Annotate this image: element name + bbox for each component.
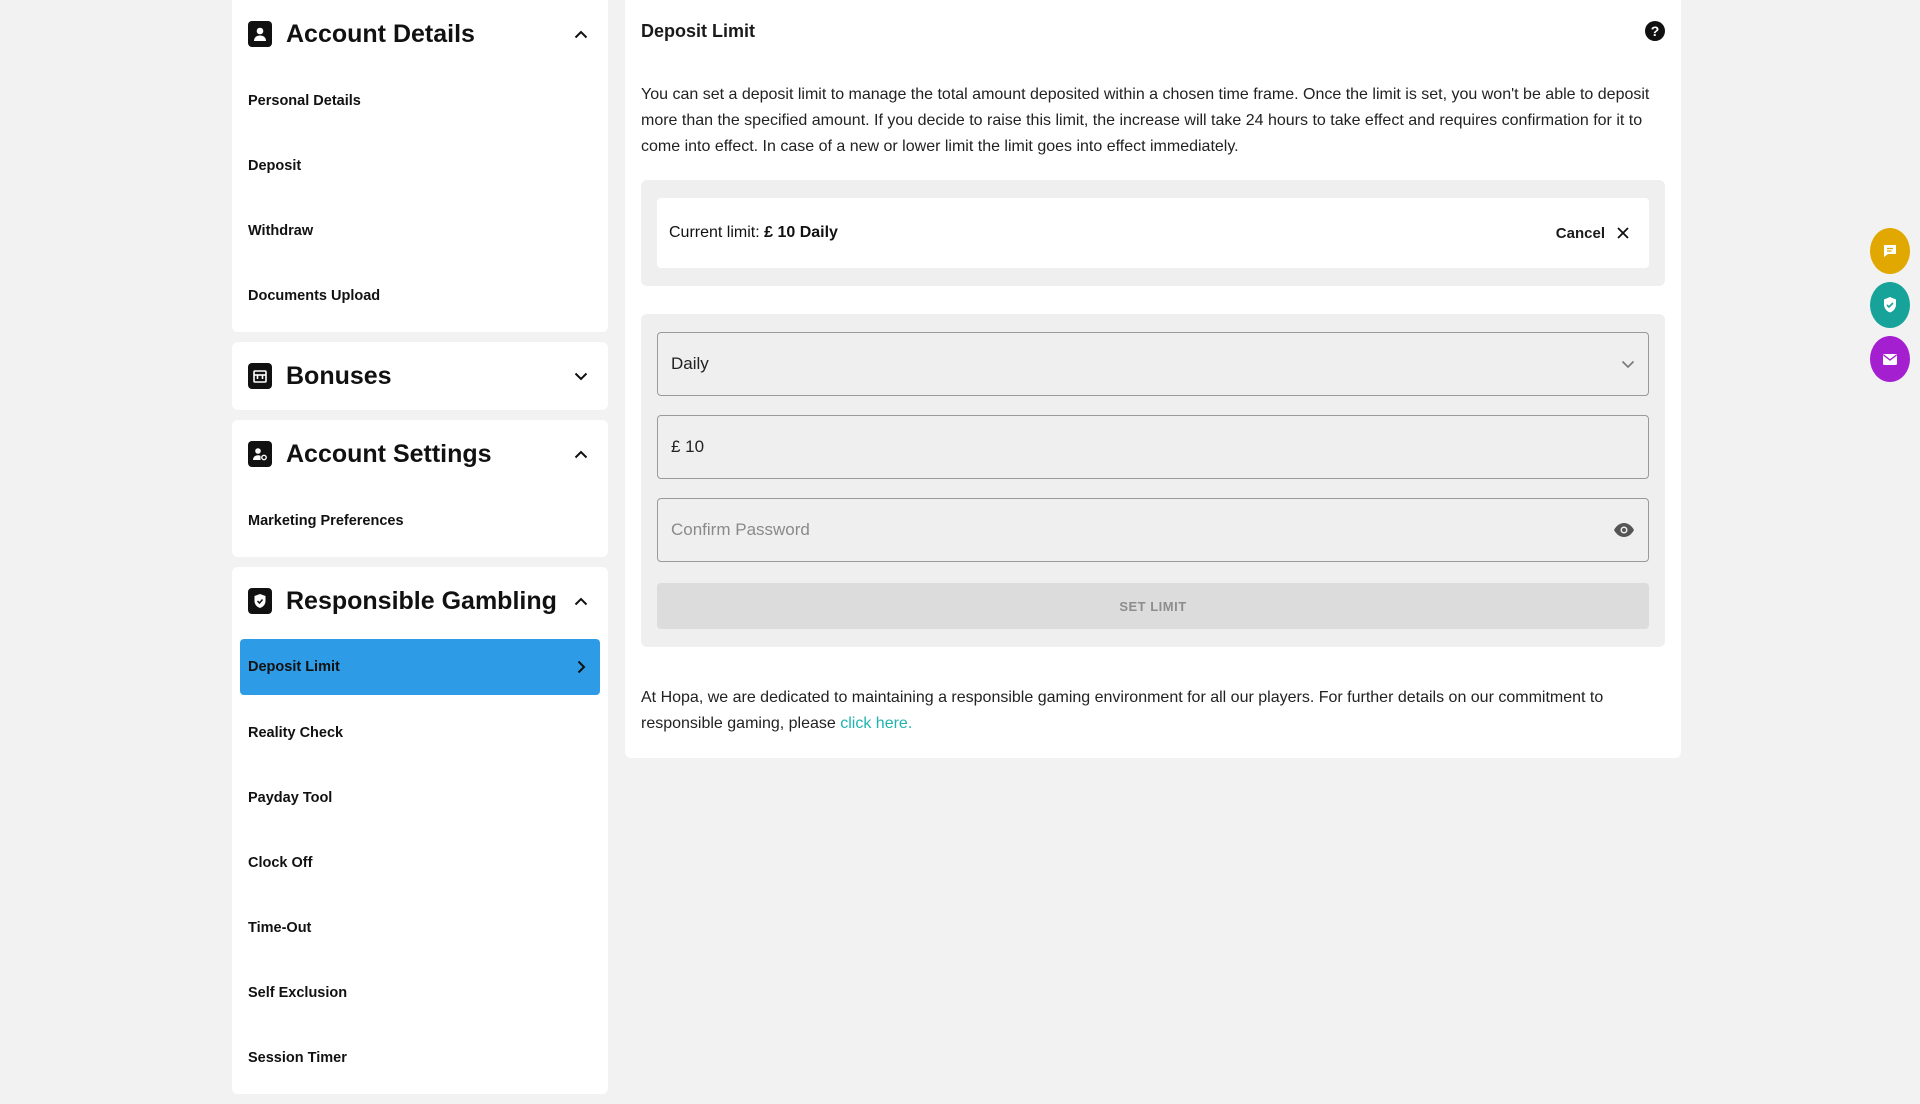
- chevron-up-icon: [570, 590, 592, 612]
- sidebar-item-label: Documents Upload: [248, 287, 381, 304]
- chevron-up-icon: [570, 443, 592, 465]
- sidebar-item-label: Payday Tool: [248, 789, 333, 806]
- gift-icon: [248, 363, 272, 389]
- sidebar-item-label: Clock Off: [248, 854, 313, 871]
- shield-check-icon: [1884, 297, 1896, 313]
- sidebar-item-payday-tool[interactable]: Payday Tool: [232, 765, 608, 830]
- responsible-gambling-header[interactable]: Responsible Gambling: [232, 567, 608, 635]
- sidebar-item-documents-upload[interactable]: Documents Upload: [232, 263, 608, 328]
- cancel-label: Cancel: [1555, 224, 1605, 242]
- chevron-right-icon: [570, 656, 592, 678]
- sidebar-item-label: Reality Check: [248, 724, 344, 741]
- sidebar-item-clock-off[interactable]: Clock Off: [232, 830, 608, 895]
- sidebar-item-reality-check[interactable]: Reality Check: [232, 700, 608, 765]
- responsible-gaming-note: At Hopa, we are dedicated to maintaining…: [641, 685, 1665, 737]
- sidebar-item-self-exclusion[interactable]: Self Exclusion: [232, 960, 608, 1025]
- current-limit-text: Current limit: £ 10 Daily: [669, 224, 1556, 242]
- chat-button[interactable]: [1870, 228, 1910, 274]
- amount-field[interactable]: £ 10: [657, 415, 1649, 479]
- sidebar-item-time-out[interactable]: Time-Out: [232, 895, 608, 960]
- deposit-limit-panel: Deposit Limit ? You can set a deposit li…: [625, 0, 1681, 758]
- sidebar-item-label: Personal Details: [248, 92, 361, 109]
- responsible-gambling-title: Responsible Gambling: [286, 586, 557, 615]
- password-input[interactable]: [671, 520, 1613, 540]
- help-icon[interactable]: ?: [1645, 21, 1665, 41]
- bonuses-header[interactable]: Bonuses: [232, 342, 608, 410]
- mail-icon: [1883, 353, 1897, 365]
- sidebar-item-label: Deposit: [248, 157, 302, 174]
- close-icon: [1617, 227, 1629, 239]
- account-details-card: Account Details Personal Details Deposit…: [232, 0, 608, 332]
- user-settings-icon: [248, 441, 272, 467]
- safety-button[interactable]: [1870, 282, 1910, 328]
- sidebar-item-label: Deposit Limit: [248, 659, 340, 675]
- account-details-header[interactable]: Account Details: [232, 0, 608, 68]
- chevron-down-icon: [1621, 360, 1635, 368]
- sidebar-item-label: Withdraw: [248, 222, 314, 239]
- account-settings-title: Account Settings: [286, 439, 492, 468]
- sidebar-item-session-timer[interactable]: Session Timer: [232, 1025, 608, 1090]
- sidebar-item-deposit-limit[interactable]: Deposit Limit: [240, 639, 600, 695]
- amount-field-value: £ 10: [671, 437, 705, 456]
- account-details-title: Account Details: [286, 19, 475, 48]
- bonuses-card: Bonuses: [232, 342, 608, 410]
- current-limit-label: Current limit:: [669, 224, 765, 241]
- current-limit-panel: Current limit: £ 10 Daily Cancel: [641, 180, 1665, 286]
- bonuses-title: Bonuses: [286, 361, 392, 390]
- sidebar: Account Details Personal Details Deposit…: [232, 0, 608, 1104]
- eye-icon[interactable]: [1613, 522, 1635, 538]
- sidebar-item-label: Self Exclusion: [248, 984, 348, 1001]
- sidebar-item-label: Marketing Preferences: [248, 512, 404, 529]
- sidebar-item-label: Time-Out: [248, 919, 312, 936]
- sidebar-item-label: Session Timer: [248, 1049, 347, 1066]
- sidebar-item-deposit[interactable]: Deposit: [232, 133, 608, 198]
- sidebar-item-withdraw[interactable]: Withdraw: [232, 198, 608, 263]
- period-select[interactable]: Daily: [657, 332, 1649, 396]
- sidebar-item-marketing-preferences[interactable]: Marketing Preferences: [232, 488, 608, 553]
- user-icon: [248, 21, 272, 47]
- panel-header: Deposit Limit ?: [641, 0, 1665, 62]
- account-settings-header[interactable]: Account Settings: [232, 420, 608, 488]
- chat-icon: [1884, 245, 1896, 257]
- sidebar-item-personal-details[interactable]: Personal Details: [232, 68, 608, 133]
- set-limit-button[interactable]: SET LIMIT: [657, 583, 1649, 629]
- password-field[interactable]: [657, 498, 1649, 562]
- click-here-link[interactable]: click here.: [840, 715, 912, 732]
- deposit-limit-description: You can set a deposit limit to manage th…: [641, 86, 1650, 155]
- shield-icon: [248, 588, 272, 614]
- chevron-down-icon: [570, 365, 592, 387]
- current-limit-value: £ 10 Daily: [764, 224, 838, 241]
- account-settings-card: Account Settings Marketing Preferences: [232, 420, 608, 557]
- current-limit-box: Current limit: £ 10 Daily Cancel: [657, 198, 1649, 268]
- page-title: Deposit Limit: [641, 20, 756, 41]
- cancel-limit-button[interactable]: Cancel: [1556, 225, 1637, 242]
- limit-form: Daily £ 10 SET LIMIT: [641, 314, 1665, 647]
- period-select-value: Daily: [671, 354, 709, 373]
- responsible-gambling-card: Responsible Gambling Deposit Limit Reali…: [232, 567, 608, 1094]
- footer-text: At Hopa, we are dedicated to maintaining…: [641, 689, 1604, 732]
- mail-button[interactable]: [1870, 336, 1910, 382]
- chevron-up-icon: [570, 23, 592, 45]
